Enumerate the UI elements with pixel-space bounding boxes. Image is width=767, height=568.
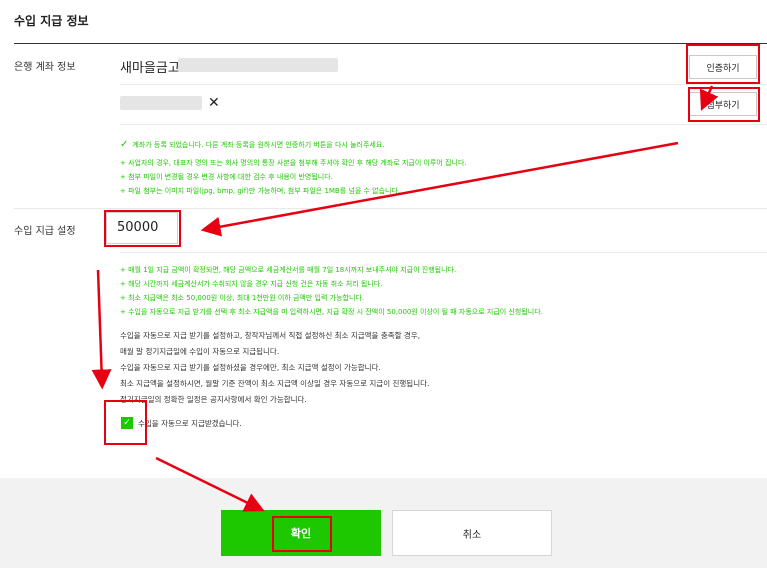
arrow-verify-to-attach [699,85,719,111]
arrow-amount-to-checkbox [91,269,112,390]
arrow-attach-to-amount [200,141,679,237]
arrow-checkbox-to-confirm [155,456,265,512]
annotation-arrows [91,85,719,512]
